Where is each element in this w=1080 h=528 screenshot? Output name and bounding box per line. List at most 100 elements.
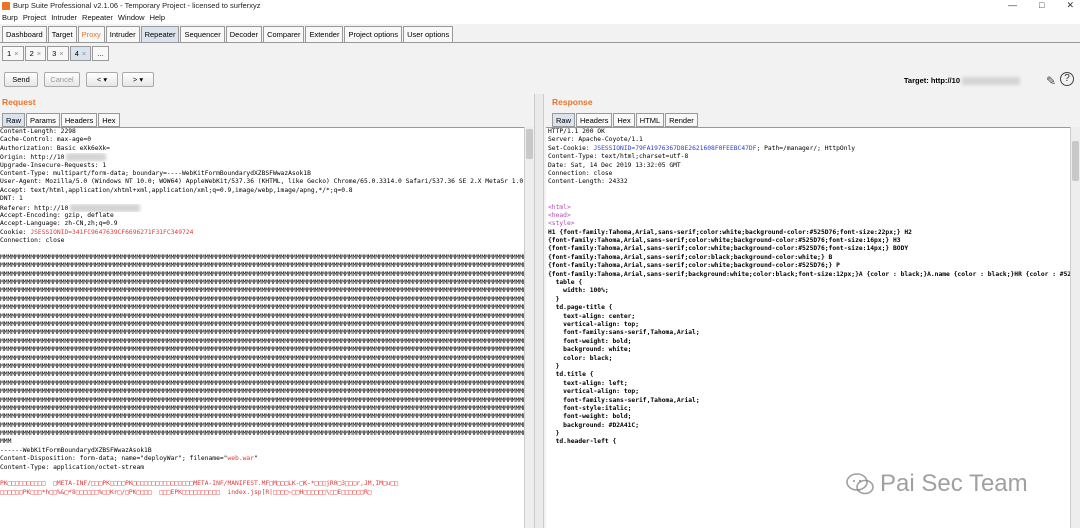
tab-extender[interactable]: Extender bbox=[305, 26, 344, 42]
tab-sequencer[interactable]: Sequencer bbox=[180, 26, 225, 42]
request-line: Connection: close bbox=[0, 237, 65, 245]
request-scrollbar[interactable] bbox=[524, 127, 534, 528]
menu-window[interactable]: Window bbox=[118, 13, 145, 22]
repeater-toolbar: Send Cancel < ▾ > ▾ Target: http://10 ✎ … bbox=[0, 62, 1080, 92]
repeater-tab-4[interactable]: 4 × bbox=[69, 46, 92, 61]
forward-button[interactable]: > ▾ bbox=[122, 72, 154, 87]
binary-line: □□□□□□PK□□□*h□□%&□*8□□□□□□%□□Kr□/□PK□□□□… bbox=[0, 488, 372, 496]
menu-intruder[interactable]: Intruder bbox=[51, 13, 77, 22]
request-tab-hex[interactable]: Hex bbox=[98, 113, 120, 127]
css-line: font-weight: bold; bbox=[548, 337, 632, 345]
watermark-text: Pai Sec Team bbox=[880, 470, 1028, 497]
tab-repeater[interactable]: Repeater bbox=[140, 26, 180, 42]
repeater-tab-label: 1 bbox=[7, 49, 12, 58]
close-tab-icon[interactable]: × bbox=[82, 49, 86, 58]
request-line: Origin: http://10 bbox=[0, 153, 533, 162]
request-line: Authorization: Basic eXk6eXk= bbox=[0, 144, 110, 152]
payload-line: MMMMMMMMMMMMMMMMMMMMMMMMMMMMMMMMMMMMMMMM… bbox=[0, 362, 533, 370]
request-tab-params[interactable]: Params bbox=[26, 113, 60, 127]
css-line: } bbox=[548, 295, 560, 303]
menu-project[interactable]: Project bbox=[23, 13, 46, 22]
help-icon[interactable]: ? bbox=[1060, 72, 1074, 86]
css-line: {font-family:Tahoma,Arial,sans-serif;bac… bbox=[548, 270, 1070, 278]
cancel-button[interactable]: Cancel bbox=[44, 72, 80, 87]
repeater-tab-2[interactable]: 2 × bbox=[24, 46, 47, 61]
request-tab-headers[interactable]: Headers bbox=[60, 113, 98, 127]
tab-target[interactable]: Target bbox=[47, 26, 77, 42]
css-line: color: black; bbox=[548, 354, 613, 362]
css-line: vertical-align: top; bbox=[548, 320, 639, 328]
repeater-tab-1[interactable]: 1 × bbox=[2, 46, 24, 61]
send-button[interactable]: Send bbox=[4, 72, 38, 87]
payload-line: MMMMMMMMMMMMMMMMMMMMMMMMMMMMMMMMMMMMMMMM… bbox=[0, 430, 533, 438]
tab-decoder[interactable]: Decoder bbox=[225, 26, 263, 42]
menu-help[interactable]: Help bbox=[150, 13, 165, 22]
response-tab-hex[interactable]: Hex bbox=[613, 113, 635, 127]
watermark: Pai Sec Team bbox=[846, 470, 1028, 498]
edit-target-icon[interactable]: ✎ bbox=[1046, 74, 1056, 88]
menu-repeater[interactable]: Repeater bbox=[82, 13, 113, 22]
payload-line: MMMMMMMMMMMMMMMMMMMMMMMMMMMMMMMMMMMMMMMM… bbox=[0, 270, 533, 278]
menu-burp[interactable]: Burp bbox=[2, 13, 18, 22]
response-tab-render[interactable]: Render bbox=[665, 113, 698, 127]
request-view-tabs: Raw Params Headers Hex bbox=[2, 113, 121, 127]
set-cookie-value: JSESSIONID=79FA1976367D8E2621608F0FEEBC4… bbox=[593, 144, 757, 152]
close-tab-icon[interactable]: × bbox=[37, 49, 41, 58]
css-line: font-family:sans-serif,Tahoma,Arial; bbox=[548, 329, 700, 337]
request-tab-raw[interactable]: Raw bbox=[2, 113, 26, 127]
payload-line: MMMMMMMMMMMMMMMMMMMMMMMMMMMMMMMMMMMMMMMM… bbox=[0, 346, 533, 354]
css-line: } bbox=[548, 362, 560, 370]
response-view-tabs: Raw Headers Hex HTML Render bbox=[552, 113, 699, 127]
set-cookie-suffix: ; Path=/manager/; HttpOnly bbox=[756, 144, 856, 152]
response-editor[interactable]: HTTP/1.1 200 OK Server: Apache-Coyote/1.… bbox=[546, 127, 1070, 528]
close-tab-icon[interactable]: × bbox=[59, 49, 63, 58]
minimize-button[interactable]: — bbox=[1008, 0, 1017, 10]
scrollbar-thumb[interactable] bbox=[526, 129, 533, 159]
css-line: } bbox=[548, 430, 560, 438]
scrollbar-thumb[interactable] bbox=[1072, 141, 1079, 181]
tab-intruder[interactable]: Intruder bbox=[105, 26, 140, 42]
payload-line: MMMMMMMMMMMMMMMMMMMMMMMMMMMMMMMMMMMMMMMM… bbox=[0, 379, 533, 387]
css-line: vertical-align: top; bbox=[548, 388, 639, 396]
redacted-block bbox=[70, 203, 141, 212]
response-tab-raw[interactable]: Raw bbox=[552, 113, 576, 127]
split-divider[interactable] bbox=[534, 94, 544, 528]
filename-value: web.war bbox=[227, 455, 255, 463]
response-scrollbar[interactable] bbox=[1070, 127, 1080, 528]
back-button[interactable]: < ▾ bbox=[86, 72, 118, 87]
css-line: td.header-left { bbox=[548, 438, 617, 446]
disposition-prefix: Content-Disposition: form-data; name="de… bbox=[0, 455, 228, 463]
request-line: Content-Length: 2298 bbox=[0, 128, 76, 135]
request-line: Cache-Control: max-age=0 bbox=[0, 136, 91, 144]
tab-dashboard[interactable]: Dashboard bbox=[2, 26, 47, 42]
css-line: font-style:italic; bbox=[548, 404, 632, 412]
payload-line: MMMMMMMMMMMMMMMMMMMMMMMMMMMMMMMMMMMMMMMM… bbox=[0, 312, 533, 320]
close-tab-icon[interactable]: × bbox=[14, 49, 18, 58]
request-line: Accept: text/html,application/xhtml+xml,… bbox=[0, 186, 353, 194]
payload-line: MMMMMMMMMMMMMMMMMMMMMMMMMMMMMMMMMMMMMMMM… bbox=[0, 320, 533, 328]
css-line: background: white; bbox=[548, 346, 632, 354]
tab-comparer[interactable]: Comparer bbox=[263, 26, 305, 42]
payload-line: MMMMMMMMMMMMMMMMMMMMMMMMMMMMMMMMMMMMMMMM… bbox=[0, 337, 533, 345]
html-tag-line: <style> bbox=[548, 220, 575, 228]
repeater-tab-new[interactable]: ... bbox=[92, 46, 109, 61]
repeater-tab-3[interactable]: 3 × bbox=[47, 46, 69, 61]
tab-project-options[interactable]: Project options bbox=[344, 26, 403, 42]
disposition-line: Content-Disposition: form-data; name="de… bbox=[0, 455, 533, 463]
redacted-block bbox=[66, 153, 107, 162]
main-tab-bar: Dashboard Target Proxy Intruder Repeater… bbox=[0, 26, 454, 42]
request-editor[interactable]: Content-Length: 2298 Cache-Control: max-… bbox=[0, 127, 533, 528]
tab-proxy[interactable]: Proxy bbox=[77, 26, 105, 42]
payload-line: MMM bbox=[0, 438, 12, 446]
close-button[interactable]: ✕ bbox=[1066, 0, 1074, 10]
tab-user-options[interactable]: User options bbox=[403, 26, 454, 42]
response-tab-html[interactable]: HTML bbox=[635, 113, 665, 127]
maximize-button[interactable]: □ bbox=[1039, 0, 1044, 10]
response-tab-headers[interactable]: Headers bbox=[576, 113, 613, 127]
cookie-value: JSESSIONID=341FC9647639CF6696271F31FC349… bbox=[30, 228, 194, 236]
set-cookie-label: Set-Cookie: bbox=[548, 144, 594, 152]
payload-line: MMMMMMMMMMMMMMMMMMMMMMMMMMMMMMMMMMMMMMMM… bbox=[0, 404, 533, 412]
css-line: H1 {font-family:Tahoma,Arial,sans-serif;… bbox=[548, 228, 912, 236]
